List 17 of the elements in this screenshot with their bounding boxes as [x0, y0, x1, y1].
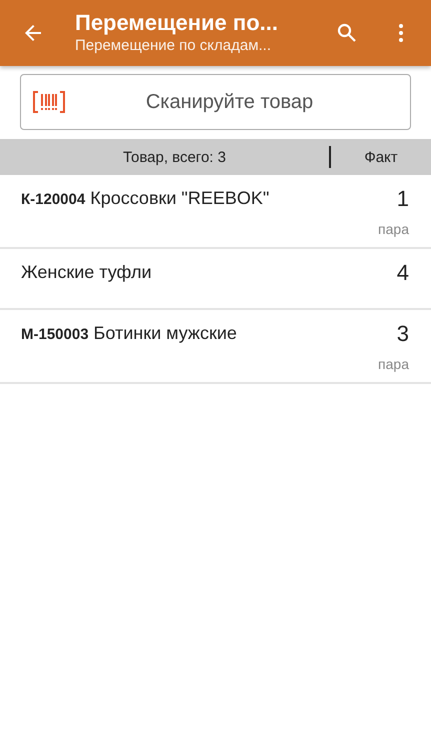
item-row[interactable]: М-150003 Ботинки мужские 3 пара — [0, 310, 431, 384]
barcode-icon — [33, 91, 65, 113]
item-quantity: 4 — [396, 261, 409, 285]
item-unit: пара — [378, 221, 409, 237]
item-unit: пара — [378, 356, 409, 372]
scan-field[interactable]: Сканируйте товар — [20, 74, 411, 130]
item-name: Женские туфли — [21, 261, 153, 284]
screen-subtitle: Перемещение по складам... — [75, 36, 272, 56]
column-header: Факт — [363, 148, 399, 166]
item-name: М-150003 Ботинки мужские — [21, 322, 238, 345]
item-quantity: 1 — [396, 187, 409, 211]
column-header: Товар, всего: 3 — [122, 148, 227, 166]
screen-title: Перемещение по... — [75, 10, 279, 36]
item-quantity: 3 — [396, 322, 409, 346]
item-row[interactable]: К-120004 Кроссовки "REEBOK" 1 пара — [0, 175, 431, 249]
item-row[interactable]: Женские туфли 4 — [0, 249, 431, 310]
item-name: К-120004 Кроссовки "REEBOK" — [21, 187, 270, 210]
